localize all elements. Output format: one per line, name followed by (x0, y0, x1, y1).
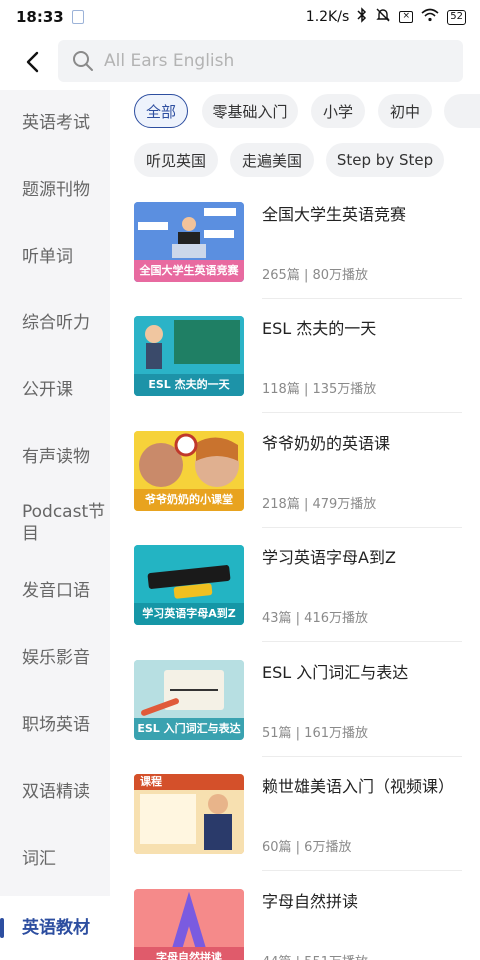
course-thumbnail: 全国大学生英语竞赛 (134, 202, 244, 282)
bluetooth-icon (357, 7, 367, 27)
sidebar-item-entertainment[interactable]: 娱乐影音 (0, 647, 110, 669)
course-title: 字母自然拼读 (262, 892, 359, 911)
course-title: ESL 入门词汇与表达 (262, 663, 409, 682)
divider (262, 870, 462, 871)
course-meta: 51篇 | 161万播放 (262, 726, 368, 741)
sidebar-item-exam[interactable]: 英语考试 (0, 112, 110, 134)
filter-chip-step-by-step[interactable]: Step by Step (326, 143, 444, 177)
course-item[interactable]: 课程 赖世雄美语入门（视频课） 60篇 | 6万播放 (134, 774, 462, 872)
course-item[interactable]: ESL 入门词汇与表达 ESL 入门词汇与表达 51篇 | 161万播放 (134, 660, 462, 758)
filter-chip-more[interactable] (444, 94, 480, 128)
thumbnail-caption: 学习英语字母A到Z (134, 603, 244, 625)
filter-chip-britain[interactable]: 听见英国 (134, 143, 218, 177)
sidebar-item-textbooks[interactable]: 英语教材 (0, 896, 110, 960)
sidebar-item-periodicals[interactable]: 题源刊物 (0, 179, 110, 201)
back-button[interactable] (14, 44, 50, 80)
notification-app-icon (71, 10, 84, 24)
course-item[interactable]: 学习英语字母A到Z 学习英语字母A到Z 43篇 | 416万播放 (134, 545, 462, 643)
thumbnail-caption: 全国大学生英语竞赛 (134, 260, 244, 282)
mute-bell-icon (375, 7, 391, 27)
search-input[interactable] (104, 51, 434, 71)
sidebar-item-pronunciation[interactable]: 发音口语 (0, 580, 110, 602)
course-title: 赖世雄美语入门（视频课） (262, 777, 455, 796)
sidebar-item-listening[interactable]: 综合听力 (0, 312, 110, 334)
status-icons: 1.2K/s × 52 (306, 7, 466, 27)
network-speed: 1.2K/s (305, 9, 350, 25)
course-meta: 60篇 | 6万播放 (262, 840, 352, 855)
search-bar[interactable] (58, 40, 463, 82)
sidebar-item-audiobooks[interactable]: 有声读物 (0, 446, 110, 468)
filter-chip-junior[interactable]: 初中 (378, 94, 432, 128)
divider (262, 756, 462, 757)
sidebar-item-open-course[interactable]: 公开课 (0, 379, 110, 401)
thumbnail-caption: ESL 杰夫的一天 (134, 374, 244, 396)
thumbnail-caption: 字母自然拼读 (134, 947, 244, 960)
course-item[interactable]: ESL 杰夫的一天 ESL 杰夫的一天 118篇 | 135万播放 (134, 316, 462, 414)
status-time: 18:33 (16, 8, 64, 26)
sidebar-item-business[interactable]: 职场英语 (0, 714, 110, 736)
course-title: ESL 杰夫的一天 (262, 319, 377, 338)
filter-chip-america[interactable]: 走遍美国 (230, 143, 314, 177)
sidebar-item-vocabulary[interactable]: 词汇 (0, 848, 110, 870)
course-title: 爷爷奶奶的英语课 (262, 434, 391, 453)
course-title: 全国大学生英语竞赛 (262, 205, 407, 224)
course-meta: 118篇 | 135万播放 (262, 382, 377, 397)
course-meta: 43篇 | 416万播放 (262, 611, 368, 626)
sidebar-item-vocab-listening[interactable]: 听单词 (0, 246, 110, 268)
course-meta: 218篇 | 479万播放 (262, 497, 377, 512)
divider (262, 527, 462, 528)
top-bar (0, 34, 480, 90)
filter-chip-all[interactable]: 全部 (134, 94, 188, 128)
sidebar-item-label: 英语教材 (22, 918, 90, 938)
filter-chip-primary[interactable]: 小学 (311, 94, 365, 128)
divider (262, 641, 462, 642)
course-thumbnail: 字母自然拼读 (134, 889, 244, 960)
course-thumbnail: 学习英语字母A到Z (134, 545, 244, 625)
course-meta: 265篇 | 80万播放 (262, 268, 368, 283)
course-title: 学习英语字母A到Z (262, 548, 396, 567)
thumbnail-caption: 课程 (134, 774, 168, 790)
wifi-icon (421, 8, 439, 26)
divider (262, 412, 462, 413)
course-thumbnail: ESL 杰夫的一天 (134, 316, 244, 396)
active-indicator (0, 918, 4, 938)
category-sidebar: 英语考试 题源刊物 听单词 综合听力 公开课 有声读物 Podcast节目 发音… (0, 90, 110, 960)
sidebar-item-podcast[interactable]: Podcast节目 (0, 501, 110, 545)
status-bar: 18:33 1.2K/s × 52 (0, 0, 480, 34)
search-icon (73, 51, 93, 71)
thumbnail-caption: 爷爷奶奶的小课堂 (134, 489, 244, 511)
chevron-left-icon (26, 51, 39, 73)
sim-icon: × (399, 11, 414, 23)
course-thumbnail: 课程 (134, 774, 244, 854)
course-item[interactable]: 字母自然拼读 字母自然拼读 44篇 | 551万播放 (134, 889, 462, 960)
filter-chip-beginner[interactable]: 零基础入门 (202, 94, 298, 128)
course-item[interactable]: 全国大学生英语竞赛 全国大学生英语竞赛 265篇 | 80万播放 (134, 202, 462, 300)
sidebar-item-bilingual[interactable]: 双语精读 (0, 781, 110, 803)
course-thumbnail: ESL 入门词汇与表达 (134, 660, 244, 740)
battery-icon: 52 (447, 9, 466, 25)
course-item[interactable]: 爷爷奶奶的小课堂 爷爷奶奶的英语课 218篇 | 479万播放 (134, 431, 462, 529)
course-thumbnail: 爷爷奶奶的小课堂 (134, 431, 244, 511)
divider (262, 298, 462, 299)
course-meta: 44篇 | 551万播放 (262, 951, 368, 960)
thumbnail-caption: ESL 入门词汇与表达 (134, 718, 244, 740)
